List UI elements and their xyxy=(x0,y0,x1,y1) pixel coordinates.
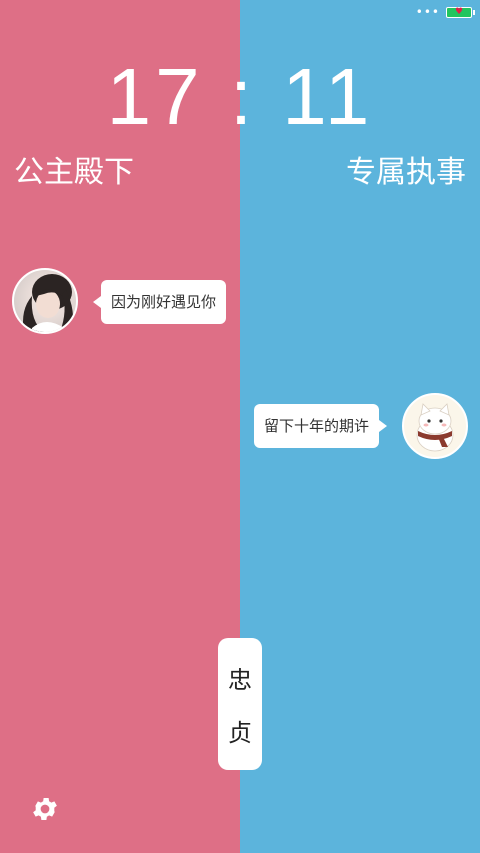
left-title: 公主殿下 xyxy=(14,155,134,190)
clock-time: 17 : 11 xyxy=(106,52,374,141)
left-message-bubble: 因为刚好遇见你 xyxy=(92,280,227,324)
center-label-button[interactable]: 忠 贞 xyxy=(218,638,262,770)
center-label-line2: 贞 xyxy=(228,719,252,747)
battery-icon: ♥ xyxy=(446,6,475,18)
dots-icon: ••• xyxy=(415,5,440,19)
cat-avatar[interactable] xyxy=(402,393,468,459)
girl-avatar[interactable] xyxy=(12,268,78,334)
status-bar: ••• ♥ xyxy=(415,5,475,19)
center-label-line1: 忠 xyxy=(228,666,252,694)
girl-avatar-image xyxy=(23,274,74,332)
heart-icon: ♥ xyxy=(455,6,464,17)
right-message-bubble: 留下十年的期许 xyxy=(253,404,388,448)
right-title: 专属执事 xyxy=(346,155,466,190)
gear-icon[interactable] xyxy=(30,794,60,824)
cat-avatar-image xyxy=(416,403,454,452)
